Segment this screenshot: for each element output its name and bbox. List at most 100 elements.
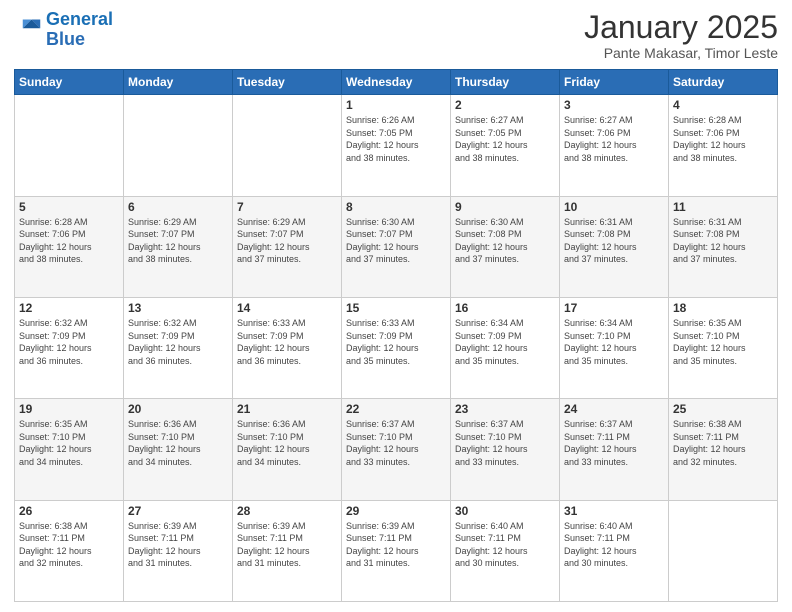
calendar-cell: 7 Sunrise: 6:29 AMSunset: 7:07 PMDaylight…: [233, 196, 342, 297]
header-friday: Friday: [560, 70, 669, 95]
calendar-cell: 18Sunrise: 6:35 AMSunset: 7:10 PMDayligh…: [669, 297, 778, 398]
calendar-cell: 8 Sunrise: 6:30 AMSunset: 7:07 PMDaylight…: [342, 196, 451, 297]
calendar-cell: 16 Sunrise: 6:34 AMSunset: 7:09 PMDayligh…: [451, 297, 560, 398]
day-number: 3: [564, 98, 664, 112]
day-info: Sunrise: 6:37 AMSunset: 7:10 PMDaylight:…: [455, 418, 555, 468]
week-row-2: 12 Sunrise: 6:32 AMSunset: 7:09 PMDayligh…: [15, 297, 778, 398]
day-info: Sunrise: 6:38 AMSunset: 7:11 PMDaylight:…: [673, 418, 773, 468]
day-number: 28: [237, 504, 337, 518]
day-info: Sunrise: 6:40 AMSunset: 7:11 PMDaylight:…: [564, 520, 664, 570]
weekday-header-row: Sunday Monday Tuesday Wednesday Thursday…: [15, 70, 778, 95]
day-number: 22: [346, 402, 446, 416]
calendar-cell: 22Sunrise: 6:37 AMSunset: 7:10 PMDayligh…: [342, 399, 451, 500]
calendar-cell: [233, 95, 342, 196]
day-info: Sunrise: 6:34 AMSunset: 7:10 PMDaylight:…: [564, 317, 664, 367]
week-row-3: 19 Sunrise: 6:35 AMSunset: 7:10 PMDayligh…: [15, 399, 778, 500]
day-number: 6: [128, 200, 228, 214]
day-info: Sunrise: 6:29 AMSunset: 7:07 PMDaylight:…: [128, 216, 228, 266]
calendar-cell: 2Sunrise: 6:27 AMSunset: 7:05 PMDaylight…: [451, 95, 560, 196]
header-tuesday: Tuesday: [233, 70, 342, 95]
calendar-cell: 12 Sunrise: 6:32 AMSunset: 7:09 PMDayligh…: [15, 297, 124, 398]
calendar-cell: 9 Sunrise: 6:30 AMSunset: 7:08 PMDaylight…: [451, 196, 560, 297]
day-info: Sunrise: 6:26 AMSunset: 7:05 PMDaylight:…: [346, 114, 446, 164]
calendar-cell: 30Sunrise: 6:40 AMSunset: 7:11 PMDayligh…: [451, 500, 560, 601]
calendar-cell: 25Sunrise: 6:38 AMSunset: 7:11 PMDayligh…: [669, 399, 778, 500]
day-info: Sunrise: 6:31 AMSunset: 7:08 PMDaylight:…: [564, 216, 664, 266]
calendar-cell: 27 Sunrise: 6:39 AMSunset: 7:11 PMDayligh…: [124, 500, 233, 601]
day-number: 23: [455, 402, 555, 416]
logo-line2: Blue: [46, 29, 85, 49]
day-info: Sunrise: 6:35 AMSunset: 7:10 PMDaylight:…: [673, 317, 773, 367]
day-info: Sunrise: 6:33 AMSunset: 7:09 PMDaylight:…: [346, 317, 446, 367]
calendar-cell: 17Sunrise: 6:34 AMSunset: 7:10 PMDayligh…: [560, 297, 669, 398]
calendar-cell: 23 Sunrise: 6:37 AMSunset: 7:10 PMDayligh…: [451, 399, 560, 500]
title-block: January 2025 Pante Makasar, Timor Leste: [584, 10, 778, 61]
calendar-cell: 11 Sunrise: 6:31 AMSunset: 7:08 PMDayligh…: [669, 196, 778, 297]
day-info: Sunrise: 6:31 AMSunset: 7:08 PMDaylight:…: [673, 216, 773, 266]
calendar-cell: 15 Sunrise: 6:33 AMSunset: 7:09 PMDayligh…: [342, 297, 451, 398]
day-number: 11: [673, 200, 773, 214]
day-number: 16: [455, 301, 555, 315]
day-info: Sunrise: 6:28 AMSunset: 7:06 PMDaylight:…: [673, 114, 773, 164]
day-number: 26: [19, 504, 119, 518]
calendar-cell: 28 Sunrise: 6:39 AMSunset: 7:11 PMDayligh…: [233, 500, 342, 601]
day-info: Sunrise: 6:32 AMSunset: 7:09 PMDaylight:…: [19, 317, 119, 367]
day-info: Sunrise: 6:30 AMSunset: 7:07 PMDaylight:…: [346, 216, 446, 266]
day-info: Sunrise: 6:38 AMSunset: 7:11 PMDaylight:…: [19, 520, 119, 570]
day-info: Sunrise: 6:36 AMSunset: 7:10 PMDaylight:…: [237, 418, 337, 468]
logo-text: General Blue: [46, 10, 113, 50]
calendar-cell: 31Sunrise: 6:40 AMSunset: 7:11 PMDayligh…: [560, 500, 669, 601]
header-sunday: Sunday: [15, 70, 124, 95]
calendar-cell: 19 Sunrise: 6:35 AMSunset: 7:10 PMDayligh…: [15, 399, 124, 500]
day-info: Sunrise: 6:29 AMSunset: 7:07 PMDaylight:…: [237, 216, 337, 266]
day-number: 24: [564, 402, 664, 416]
day-info: Sunrise: 6:30 AMSunset: 7:08 PMDaylight:…: [455, 216, 555, 266]
day-info: Sunrise: 6:40 AMSunset: 7:11 PMDaylight:…: [455, 520, 555, 570]
calendar-subtitle: Pante Makasar, Timor Leste: [584, 45, 778, 61]
calendar-table: Sunday Monday Tuesday Wednesday Thursday…: [14, 69, 778, 602]
calendar-title: January 2025: [584, 10, 778, 45]
day-number: 12: [19, 301, 119, 315]
day-info: Sunrise: 6:35 AMSunset: 7:10 PMDaylight:…: [19, 418, 119, 468]
logo-line1: General: [46, 9, 113, 29]
day-info: Sunrise: 6:39 AMSunset: 7:11 PMDaylight:…: [237, 520, 337, 570]
calendar-cell: 13Sunrise: 6:32 AMSunset: 7:09 PMDayligh…: [124, 297, 233, 398]
day-info: Sunrise: 6:34 AMSunset: 7:09 PMDaylight:…: [455, 317, 555, 367]
week-row-0: 1 Sunrise: 6:26 AMSunset: 7:05 PMDaylight…: [15, 95, 778, 196]
day-number: 5: [19, 200, 119, 214]
day-number: 19: [19, 402, 119, 416]
day-info: Sunrise: 6:33 AMSunset: 7:09 PMDaylight:…: [237, 317, 337, 367]
header-saturday: Saturday: [669, 70, 778, 95]
day-number: 1: [346, 98, 446, 112]
day-number: 27: [128, 504, 228, 518]
day-number: 9: [455, 200, 555, 214]
day-info: Sunrise: 6:37 AMSunset: 7:11 PMDaylight:…: [564, 418, 664, 468]
header-wednesday: Wednesday: [342, 70, 451, 95]
day-number: 13: [128, 301, 228, 315]
logo-icon: [14, 16, 42, 44]
day-info: Sunrise: 6:39 AMSunset: 7:11 PMDaylight:…: [346, 520, 446, 570]
day-info: Sunrise: 6:27 AMSunset: 7:05 PMDaylight:…: [455, 114, 555, 164]
calendar-cell: 20Sunrise: 6:36 AMSunset: 7:10 PMDayligh…: [124, 399, 233, 500]
calendar-cell: 5Sunrise: 6:28 AMSunset: 7:06 PMDaylight…: [15, 196, 124, 297]
day-number: 4: [673, 98, 773, 112]
day-number: 15: [346, 301, 446, 315]
day-number: 8: [346, 200, 446, 214]
calendar-cell: 10 Sunrise: 6:31 AMSunset: 7:08 PMDayligh…: [560, 196, 669, 297]
header-monday: Monday: [124, 70, 233, 95]
week-row-4: 26 Sunrise: 6:38 AMSunset: 7:11 PMDayligh…: [15, 500, 778, 601]
day-number: 7: [237, 200, 337, 214]
main-container: General Blue January 2025 Pante Makasar,…: [0, 0, 792, 612]
calendar-cell: 1 Sunrise: 6:26 AMSunset: 7:05 PMDaylight…: [342, 95, 451, 196]
calendar-cell: 4 Sunrise: 6:28 AMSunset: 7:06 PMDaylight…: [669, 95, 778, 196]
calendar-body: 1 Sunrise: 6:26 AMSunset: 7:05 PMDaylight…: [15, 95, 778, 602]
day-info: Sunrise: 6:39 AMSunset: 7:11 PMDaylight:…: [128, 520, 228, 570]
calendar-cell: 24 Sunrise: 6:37 AMSunset: 7:11 PMDayligh…: [560, 399, 669, 500]
day-info: Sunrise: 6:27 AMSunset: 7:06 PMDaylight:…: [564, 114, 664, 164]
header: General Blue January 2025 Pante Makasar,…: [14, 10, 778, 61]
day-number: 10: [564, 200, 664, 214]
calendar-cell: 3 Sunrise: 6:27 AMSunset: 7:06 PMDaylight…: [560, 95, 669, 196]
day-number: 29: [346, 504, 446, 518]
logo: General Blue: [14, 10, 113, 50]
calendar-cell: [669, 500, 778, 601]
